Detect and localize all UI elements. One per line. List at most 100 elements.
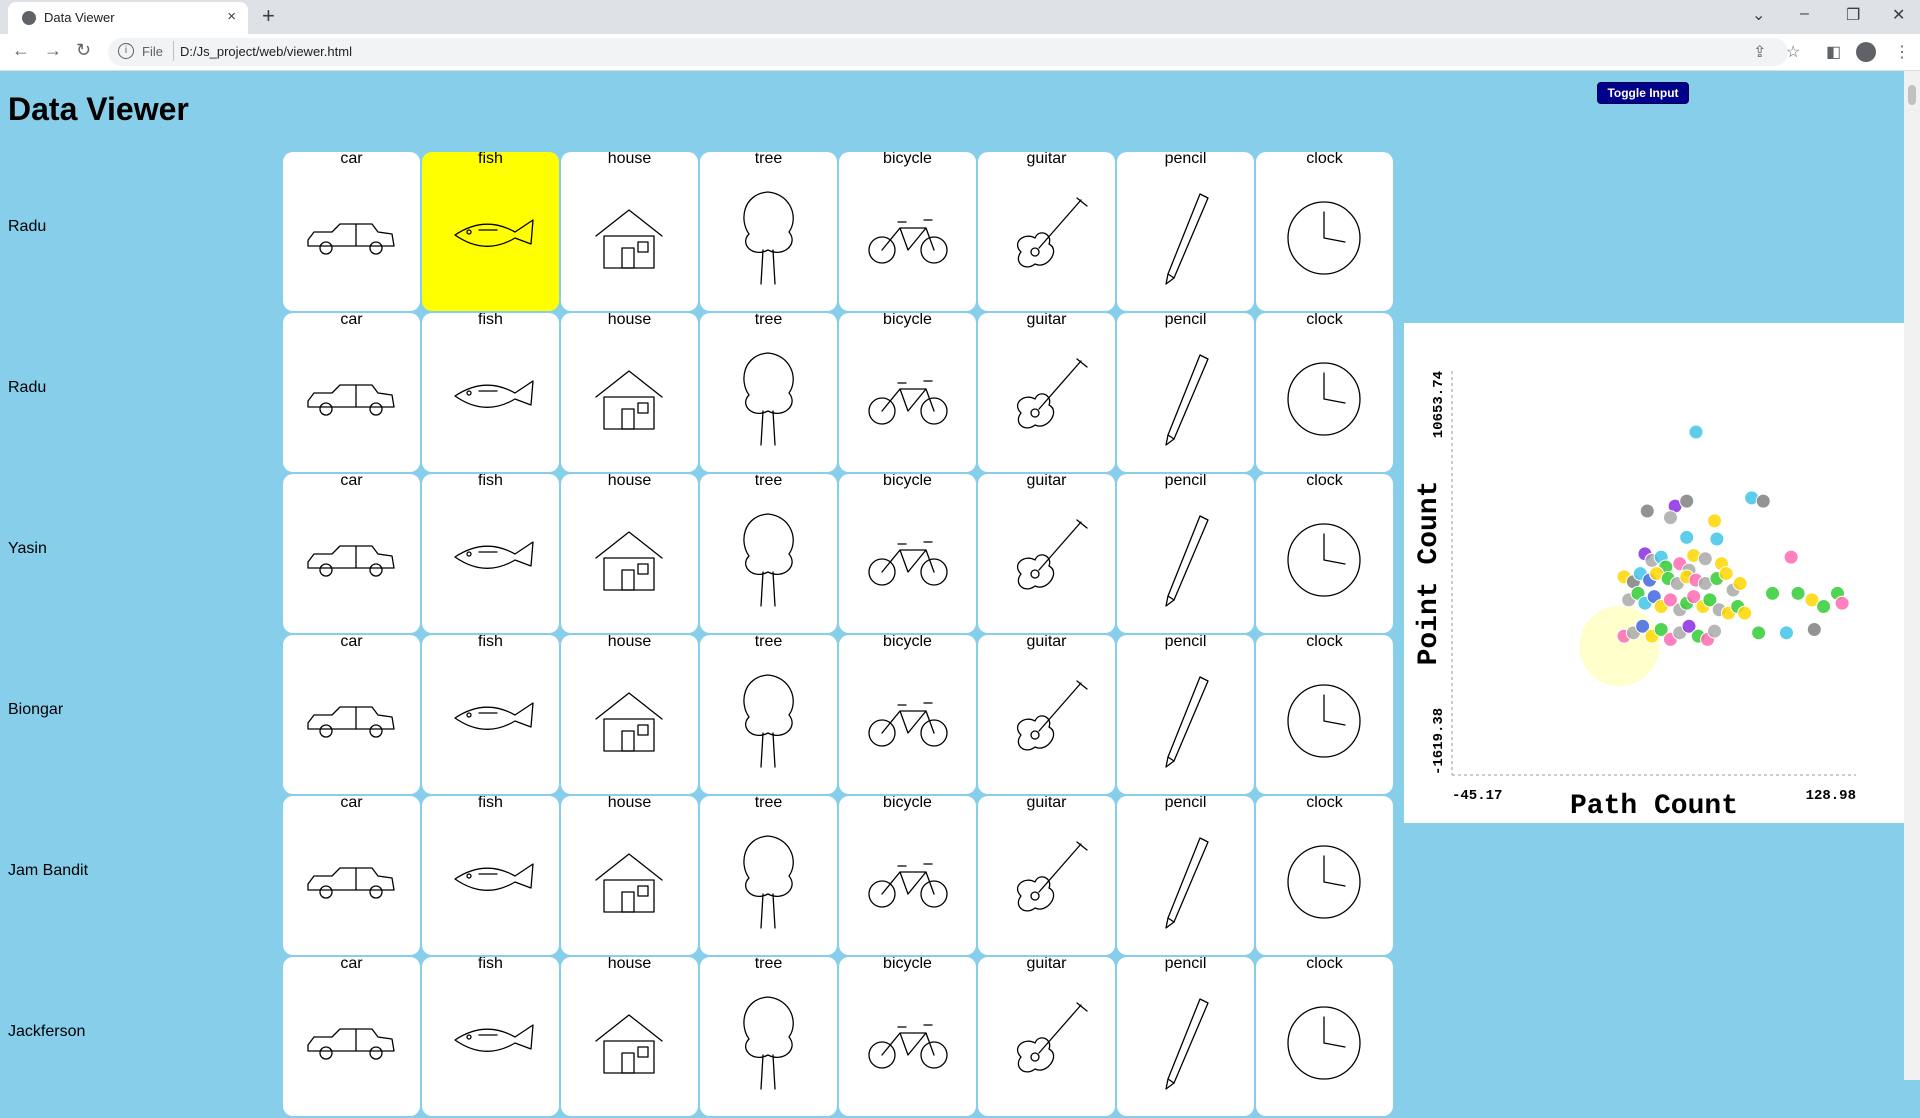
car-sketch-icon bbox=[307, 867, 395, 899]
pencil-sketch-icon bbox=[1165, 837, 1209, 929]
sample-card-clock[interactable]: clock bbox=[1256, 152, 1393, 311]
sample-card-pencil[interactable]: pencil bbox=[1117, 957, 1254, 1116]
window-close-icon[interactable]: ✕ bbox=[1892, 5, 1905, 25]
sample-card-guitar[interactable]: guitar bbox=[978, 152, 1115, 311]
house-sketch-icon bbox=[595, 692, 663, 752]
sample-card-clock[interactable]: clock bbox=[1256, 796, 1393, 955]
sample-card-tree[interactable]: tree bbox=[700, 474, 837, 633]
sample-card-pencil[interactable]: pencil bbox=[1117, 474, 1254, 633]
tree-sketch-icon bbox=[743, 352, 794, 446]
sample-card-tree[interactable]: tree bbox=[700, 796, 837, 955]
fish-sketch-icon bbox=[454, 1024, 534, 1052]
sample-card-fish[interactable]: fish bbox=[422, 957, 559, 1116]
sample-card-bicycle[interactable]: bicycle bbox=[839, 313, 976, 472]
share-icon[interactable]: ⇪ bbox=[1753, 42, 1766, 62]
sample-card-bicycle[interactable]: bicycle bbox=[839, 796, 976, 955]
scrollbar-thumb[interactable] bbox=[1908, 85, 1916, 105]
sample-card-guitar[interactable]: guitar bbox=[978, 796, 1115, 955]
sample-card-pencil[interactable]: pencil bbox=[1117, 152, 1254, 311]
bookmark-star-icon[interactable]: ☆ bbox=[1786, 42, 1800, 62]
reload-icon[interactable]: ↻ bbox=[76, 40, 91, 61]
sample-card-clock[interactable]: clock bbox=[1256, 635, 1393, 794]
sample-card-house[interactable]: house bbox=[561, 474, 698, 633]
forward-icon[interactable]: → bbox=[44, 40, 62, 61]
sample-card-house[interactable]: house bbox=[561, 957, 698, 1116]
data-point-house bbox=[1732, 575, 1748, 591]
chart-panel[interactable]: -45.17 128.98 -1619.38 10653.74 Path Count Po… bbox=[1404, 323, 1904, 823]
back-icon[interactable]: ← bbox=[12, 40, 30, 61]
sample-card-clock[interactable]: clock bbox=[1256, 313, 1393, 472]
minimize-icon[interactable]: – bbox=[1800, 5, 1809, 23]
sample-card-tree[interactable]: tree bbox=[700, 152, 837, 311]
profile-avatar-icon[interactable] bbox=[1856, 42, 1876, 62]
sample-card-house[interactable]: house bbox=[561, 635, 698, 794]
sample-card-label: pencil bbox=[1164, 635, 1207, 650]
bicycle-sketch-icon bbox=[868, 380, 948, 425]
x-min-tick-label: -45.17 bbox=[1452, 788, 1502, 804]
menu-kebab-icon[interactable]: ⋮ bbox=[1894, 42, 1910, 62]
sample-card-tree[interactable]: tree bbox=[700, 635, 837, 794]
clock-sketch-icon bbox=[1287, 684, 1361, 758]
sample-card-guitar[interactable]: guitar bbox=[978, 635, 1115, 794]
page-scrollbar[interactable] bbox=[1904, 71, 1920, 1080]
sample-card-fish[interactable]: fish bbox=[422, 796, 559, 955]
page-title: Data Viewer bbox=[8, 91, 189, 127]
data-point-bicycle bbox=[1679, 529, 1695, 545]
url-text[interactable]: D:/Js_project/web/viewer.html bbox=[180, 44, 352, 59]
side-panel-icon[interactable]: ◧ bbox=[1826, 42, 1841, 62]
sample-card-label: house bbox=[607, 313, 652, 328]
sample-card-fish[interactable]: fish bbox=[422, 152, 559, 311]
sample-card-label: clock bbox=[1306, 474, 1343, 489]
toggle-input-button[interactable]: Toggle Input bbox=[1597, 82, 1689, 104]
sample-card-car[interactable]: car bbox=[283, 796, 420, 955]
tree-sketch-icon bbox=[743, 674, 794, 768]
sample-card-car[interactable]: car bbox=[283, 313, 420, 472]
sample-card-pencil[interactable]: pencil bbox=[1117, 313, 1254, 472]
sample-card-tree[interactable]: tree bbox=[700, 957, 837, 1116]
scatter-chart[interactable]: -45.17 128.98 -1619.38 10653.74 Path Count Po… bbox=[1404, 323, 1904, 823]
sample-card-guitar[interactable]: guitar bbox=[978, 474, 1115, 633]
sample-card-fish[interactable]: fish bbox=[422, 313, 559, 472]
tab-search-icon[interactable]: ⌄ bbox=[1752, 5, 1765, 25]
sample-card-bicycle[interactable]: bicycle bbox=[839, 635, 976, 794]
sample-card-label: fish bbox=[478, 635, 503, 650]
sample-card-tree[interactable]: tree bbox=[700, 313, 837, 472]
sample-card-house[interactable]: house bbox=[561, 152, 698, 311]
sample-card-pencil[interactable]: pencil bbox=[1117, 635, 1254, 794]
site-info-icon[interactable]: i bbox=[118, 43, 134, 59]
car-sketch-icon bbox=[307, 1028, 395, 1060]
sample-card-car[interactable]: car bbox=[283, 635, 420, 794]
fish-sketch-icon bbox=[454, 863, 534, 891]
sample-card-car[interactable]: car bbox=[283, 957, 420, 1116]
tab-title: Data Viewer bbox=[44, 10, 115, 25]
restore-icon[interactable]: ❐ bbox=[1846, 5, 1860, 25]
page-viewport: Data Viewer Toggle Input Radu car fish hous… bbox=[0, 71, 1904, 1116]
address-bar[interactable]: i File D:/Js_project/web/viewer.html bbox=[108, 38, 1788, 66]
sample-card-clock[interactable]: clock bbox=[1256, 957, 1393, 1116]
sample-card-pencil[interactable]: pencil bbox=[1117, 796, 1254, 955]
sample-card-label: house bbox=[607, 635, 652, 650]
sample-card-car[interactable]: car bbox=[283, 474, 420, 633]
clock-sketch-icon bbox=[1287, 201, 1361, 275]
sample-card-house[interactable]: house bbox=[561, 796, 698, 955]
pencil-sketch-icon bbox=[1165, 354, 1209, 446]
origin-glow bbox=[1579, 605, 1660, 686]
browser-tab[interactable]: Data Viewer × bbox=[8, 2, 248, 34]
sample-card-bicycle[interactable]: bicycle bbox=[839, 474, 976, 633]
sample-card-house[interactable]: house bbox=[561, 313, 698, 472]
sample-card-bicycle[interactable]: bicycle bbox=[839, 152, 976, 311]
sample-card-guitar[interactable]: guitar bbox=[978, 313, 1115, 472]
sample-card-fish[interactable]: fish bbox=[422, 474, 559, 633]
data-point-bicycle bbox=[1709, 531, 1725, 547]
sample-card-guitar[interactable]: guitar bbox=[978, 957, 1115, 1116]
sample-card-bicycle[interactable]: bicycle bbox=[839, 957, 976, 1116]
pencil-sketch-icon bbox=[1165, 515, 1209, 607]
sample-card-clock[interactable]: clock bbox=[1256, 474, 1393, 633]
data-point-car bbox=[1639, 503, 1655, 519]
tab-close-button[interactable]: × bbox=[227, 8, 236, 25]
sample-card-car[interactable]: car bbox=[283, 152, 420, 311]
x-max-tick-label: 128.98 bbox=[1806, 788, 1856, 804]
sample-card-fish[interactable]: fish bbox=[422, 635, 559, 794]
new-tab-button[interactable]: + bbox=[262, 3, 275, 29]
pencil-sketch-icon bbox=[1165, 676, 1209, 768]
